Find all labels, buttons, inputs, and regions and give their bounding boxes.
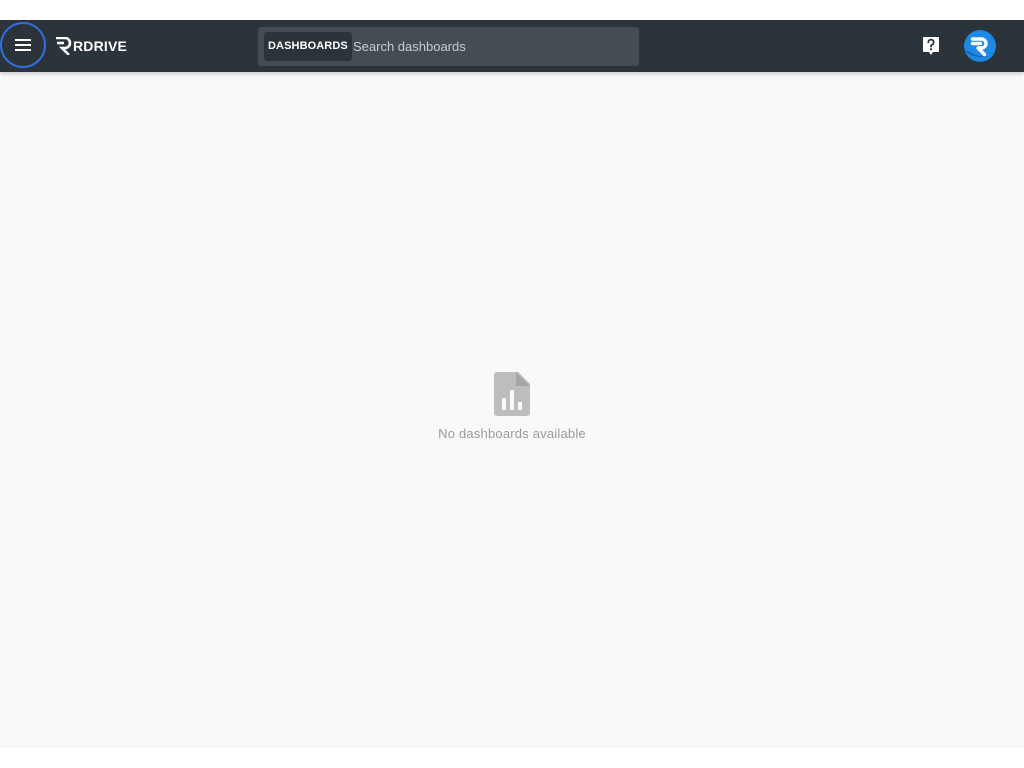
help-button[interactable] <box>920 35 942 57</box>
search-box: DASHBOARDS <box>258 27 639 66</box>
help-question-icon <box>923 37 939 55</box>
hamburger-menu-icon <box>15 39 31 51</box>
app-logo[interactable]: RDRIVE <box>56 35 127 57</box>
rdrive-avatar-icon <box>964 30 996 62</box>
dashboards-content: No dashboards available <box>0 72 1024 748</box>
logo-text: RDRIVE <box>73 38 128 54</box>
rdrive-logo-icon <box>56 37 72 55</box>
search-scope-chip[interactable]: DASHBOARDS <box>264 32 352 61</box>
menu-button[interactable] <box>0 22 46 68</box>
app-page: RDRIVE DASHBOARDS Search dashboards No d… <box>0 0 1024 768</box>
user-avatar[interactable] <box>964 30 996 62</box>
empty-state-message: No dashboards available <box>438 426 586 441</box>
top-app-bar: RDRIVE DASHBOARDS <box>0 20 1024 72</box>
dashboard-document-icon <box>494 372 530 416</box>
search-input[interactable] <box>348 32 633 61</box>
